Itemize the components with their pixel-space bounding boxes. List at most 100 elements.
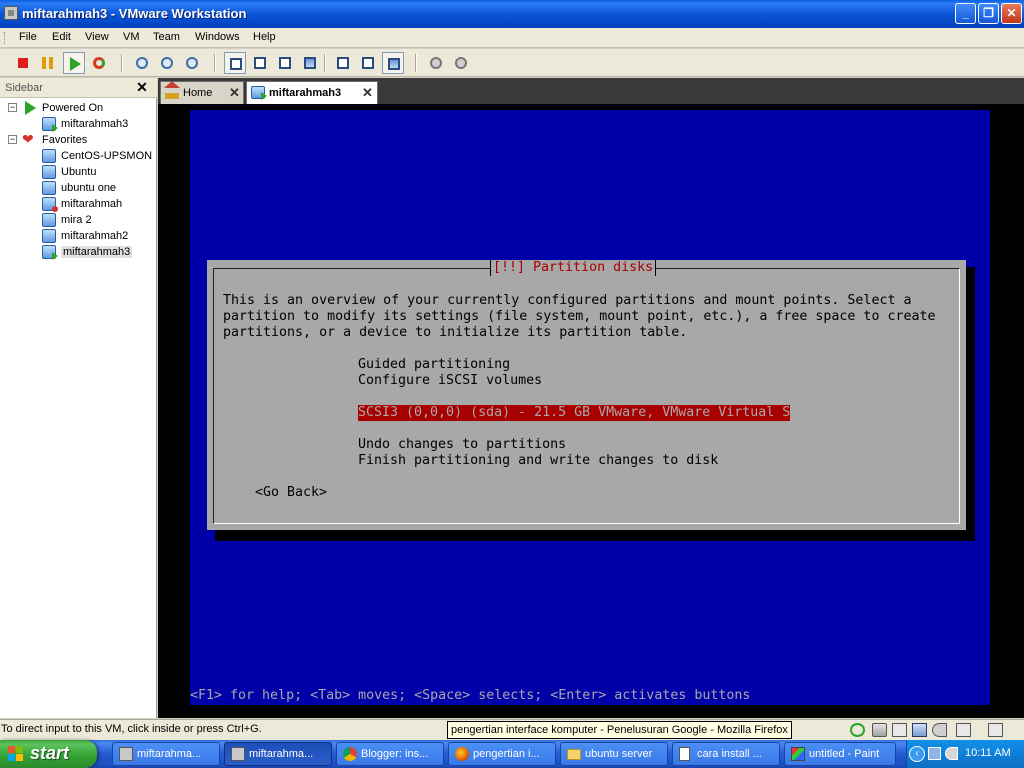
dialog-text-line: partitions, or a device to initialize it…	[223, 325, 688, 340]
tree-group-label: Powered On	[42, 102, 104, 114]
taskbar-button-chrome[interactable]: Blogger: ins...	[336, 742, 444, 766]
close-tab-icon[interactable]: ✕	[229, 85, 240, 101]
tab-label: miftarahmah3	[269, 87, 342, 99]
menu-team[interactable]: Team	[153, 31, 180, 43]
close-tab-icon[interactable]: ✕	[362, 85, 373, 101]
revert-snapshot-icon[interactable]	[156, 52, 178, 74]
sound-icon[interactable]	[932, 723, 947, 737]
power-off-icon[interactable]	[12, 52, 34, 74]
message-log-icon[interactable]	[988, 723, 1003, 737]
tab-vm[interactable]: miftarahmah3 ✕	[246, 81, 378, 104]
menu-view[interactable]: View	[85, 31, 109, 43]
tree-item-vm[interactable]: ubuntu one	[42, 180, 116, 196]
windows-logo-icon	[8, 746, 24, 762]
system-tray: ‹ 10:11 AM	[906, 740, 1024, 768]
volume-tray-icon[interactable]	[945, 747, 958, 760]
tree-item-vm[interactable]: miftarahmah	[42, 196, 123, 212]
collapse-icon[interactable]: −	[8, 103, 17, 112]
start-button[interactable]: start	[0, 740, 97, 768]
reset-icon[interactable]	[88, 52, 110, 74]
heart-icon: ❤	[22, 131, 34, 147]
vm-running-icon	[42, 117, 58, 132]
suspend-icon[interactable]	[37, 52, 59, 74]
vmware-icon	[119, 747, 133, 761]
taskbar-button-vmware-1[interactable]: miftarahma...	[112, 742, 220, 766]
toolbar-separator	[415, 54, 417, 72]
vmware-tools-icon[interactable]	[850, 723, 865, 737]
network-tray-icon[interactable]	[928, 747, 941, 760]
tree-item-label: CentOS-UPSMON	[61, 150, 153, 162]
tree-group-powered-on[interactable]: − Powered On	[8, 100, 104, 116]
taskbar-button-paint[interactable]: untitled - Paint	[784, 742, 896, 766]
vm-icon	[42, 229, 56, 243]
vm-icon	[42, 213, 56, 227]
power-on-icon[interactable]	[63, 52, 85, 74]
home-icon	[164, 81, 180, 99]
settings-icon[interactable]	[450, 52, 472, 74]
taskbar-button-label: miftarahma...	[249, 748, 314, 760]
toolbar-separator	[214, 54, 216, 72]
preferences-icon[interactable]	[425, 52, 447, 74]
menu-help[interactable]: Help	[253, 31, 276, 43]
tree-item-vm[interactable]: Ubuntu	[42, 164, 97, 180]
vm-console-area[interactable]: [!!] Partition disks This is an overview…	[158, 104, 1024, 718]
menu-windows[interactable]: Windows	[195, 31, 240, 43]
tree-item-label: miftarahmah	[61, 198, 123, 210]
snapshot-manager-icon[interactable]	[181, 52, 203, 74]
option-configure-iscsi[interactable]: Configure iSCSI volumes	[358, 373, 542, 389]
vmware-app-icon[interactable]	[4, 6, 18, 20]
console-view-icon[interactable]	[382, 52, 404, 74]
vm-icon	[42, 149, 56, 163]
sidebar-close-icon[interactable]: ✕	[134, 79, 150, 95]
go-back-button[interactable]: <Go Back>	[255, 485, 327, 501]
sidebar-view-icon[interactable]	[224, 52, 246, 74]
vm-screen[interactable]: [!!] Partition disks This is an overview…	[190, 110, 990, 705]
option-undo-changes[interactable]: Undo changes to partitions	[358, 437, 566, 453]
collapse-icon[interactable]: −	[8, 135, 17, 144]
vm-stopped-icon	[42, 197, 58, 212]
taskbar-button-label: Blogger: ins...	[361, 748, 429, 760]
status-bar: To direct input to this VM, click inside…	[0, 719, 1024, 740]
menu-edit[interactable]: Edit	[52, 31, 71, 43]
option-disk-selected[interactable]: SCSI3 (0,0,0) (sda) - 21.5 GB VMware, VM…	[358, 405, 791, 421]
unity-icon[interactable]	[299, 52, 321, 74]
snapshot-icon[interactable]	[131, 52, 153, 74]
menu-file[interactable]: File	[19, 31, 37, 43]
menu-vm[interactable]: VM	[123, 31, 140, 43]
printer-icon[interactable]	[956, 723, 971, 737]
tree-item-vm[interactable]: miftarahmah3	[42, 116, 128, 132]
close-button[interactable]: ✕	[1001, 3, 1022, 24]
network-icon[interactable]	[912, 723, 927, 737]
sidebar: Sidebar ✕ − Powered On miftarahmah3 − ❤ …	[0, 78, 157, 718]
sidebar-header: Sidebar ✕	[0, 78, 157, 98]
tree-item-vm[interactable]: mira 2	[42, 212, 92, 228]
window-title: miftarahmah3 - VMware Workstation	[22, 6, 247, 21]
option-guided-partitioning[interactable]: Guided partitioning	[358, 357, 510, 373]
status-text: To direct input to this VM, click inside…	[1, 723, 262, 735]
option-finish-partitioning[interactable]: Finish partitioning and write changes to…	[358, 453, 718, 469]
taskbar-button-document[interactable]: cara install ...	[672, 742, 780, 766]
hard-disk-icon[interactable]	[872, 723, 887, 737]
tab-home[interactable]: Home ✕	[160, 81, 244, 104]
maximize-button[interactable]: ❐	[978, 3, 999, 24]
full-screen-icon[interactable]	[249, 52, 271, 74]
chrome-icon	[343, 747, 357, 761]
vm-icon	[42, 165, 56, 179]
tree-item-vm[interactable]: miftarahmah2	[42, 228, 128, 244]
taskbar-button-folder[interactable]: ubuntu server	[560, 742, 668, 766]
menu-grip[interactable]	[4, 32, 7, 44]
dialog-title: [!!] Partition disks	[490, 260, 657, 276]
tree-item-vm[interactable]: CentOS-UPSMON	[42, 148, 153, 164]
floppy-icon[interactable]	[892, 723, 907, 737]
taskbar-button-label: cara install ...	[697, 748, 762, 760]
taskbar-button-firefox[interactable]: pengertian i...	[448, 742, 556, 766]
tree-group-favorites[interactable]: − ❤ Favorites	[8, 132, 87, 148]
show-hidden-icons-button[interactable]: ‹	[909, 746, 925, 762]
tree-item-label: Ubuntu	[61, 166, 97, 178]
quick-switch-icon[interactable]	[274, 52, 296, 74]
summary-view-icon[interactable]	[332, 52, 354, 74]
appliance-view-icon[interactable]	[357, 52, 379, 74]
tree-item-vm-selected[interactable]: miftarahmah3	[42, 244, 133, 260]
minimize-button[interactable]: _	[955, 3, 976, 24]
taskbar-button-vmware-2[interactable]: miftarahma...	[224, 742, 332, 766]
